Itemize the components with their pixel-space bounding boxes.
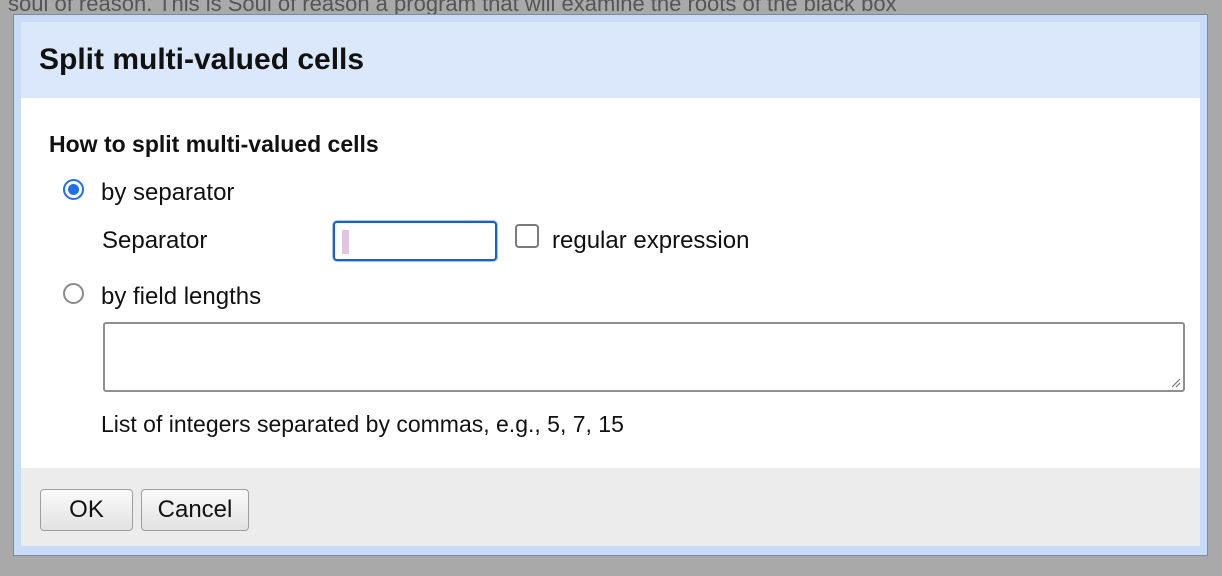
by-separator-radio[interactable] [63, 179, 84, 200]
regular-expression-checkbox[interactable] [515, 224, 539, 248]
by-separator-label[interactable]: by separator [101, 179, 234, 207]
separator-input[interactable] [333, 221, 497, 261]
separator-label: Separator [102, 227, 208, 254]
split-cells-dialog: Split multi-valued cells How to split mu… [13, 14, 1208, 556]
text-caret [342, 230, 349, 254]
dialog-header: Split multi-valued cells [21, 22, 1200, 98]
field-lengths-textarea[interactable] [103, 322, 1185, 392]
dialog-title: Split multi-valued cells [39, 43, 365, 76]
dialog-body: Split multi-valued cells How to split mu… [21, 22, 1200, 546]
by-field-lengths-label[interactable]: by field lengths [101, 283, 261, 311]
ok-button[interactable]: OK [40, 489, 133, 531]
dialog-footer: OK Cancel [21, 468, 1200, 546]
cancel-button[interactable]: Cancel [141, 489, 249, 531]
section-heading: How to split multi-valued cells [49, 131, 379, 157]
regular-expression-label[interactable]: regular expression [552, 227, 749, 255]
resize-grip-icon[interactable] [1169, 376, 1181, 388]
field-lengths-hint: List of integers separated by commas, e.… [101, 411, 624, 437]
by-field-lengths-radio[interactable] [63, 283, 84, 304]
